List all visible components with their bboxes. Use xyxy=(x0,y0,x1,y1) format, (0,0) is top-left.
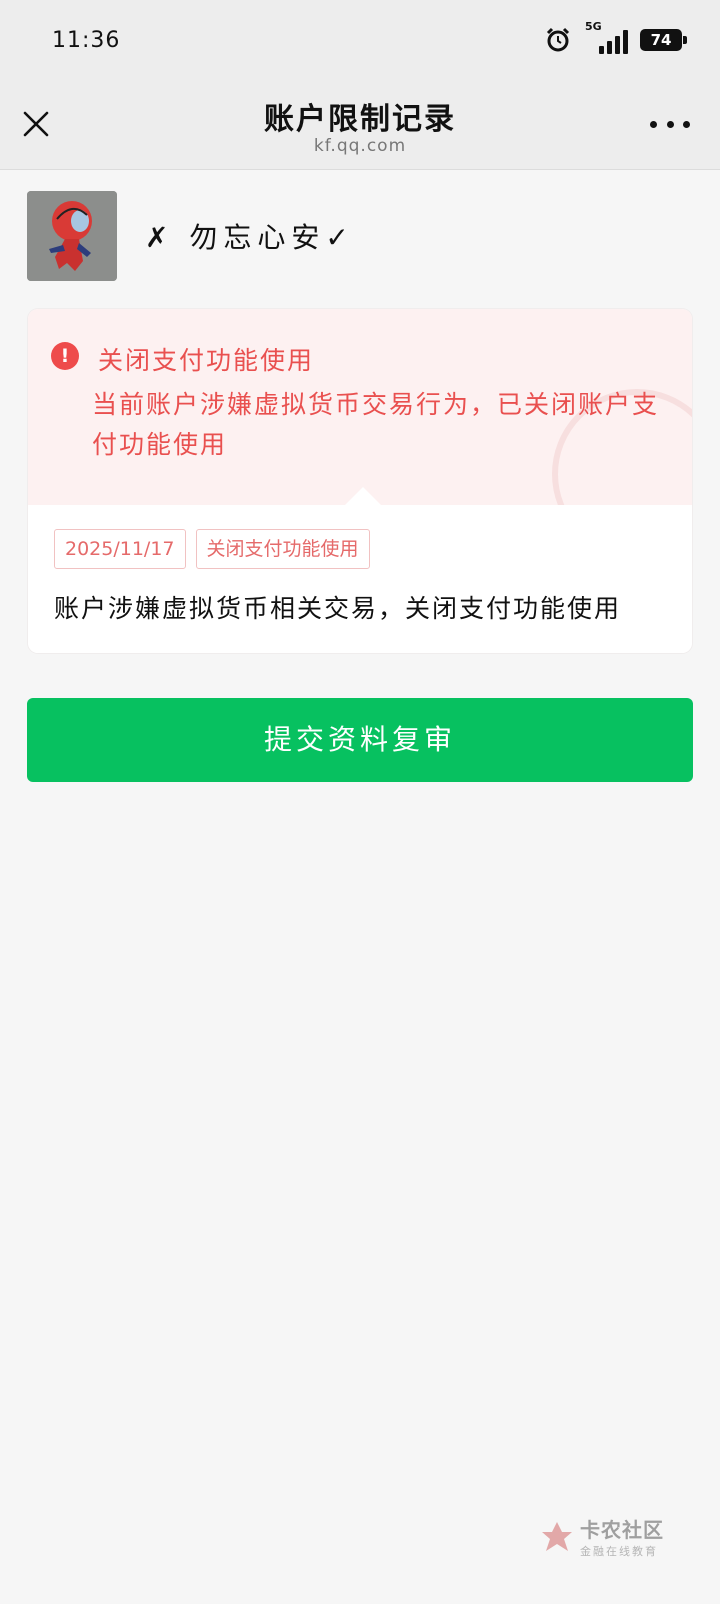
network-type: 5G xyxy=(585,20,602,33)
status-time: 11:36 xyxy=(52,28,121,53)
status-bar: 11:36 5G 74 xyxy=(0,0,720,84)
record-detail: 账户涉嫌虚拟货币相关交易，关闭支付功能使用 xyxy=(54,594,622,623)
battery-icon: 74 xyxy=(640,29,687,51)
watermark-sub: 金融在线教育 xyxy=(580,1545,658,1558)
card-arrow xyxy=(345,487,381,505)
exclamation-icon: ! xyxy=(51,342,79,370)
restriction-description: 当前账户涉嫌虚拟货币交易行为，已关闭账户支付功能使用 xyxy=(92,390,660,459)
watermark: 卡农社区 金融在线教育 xyxy=(540,1514,664,1559)
restriction-summary: ! 关闭支付功能使用 当前账户涉嫌虚拟货币交易行为，已关闭账户支付功能使用 xyxy=(28,309,692,559)
submit-review-button[interactable]: 提交资料复审 xyxy=(27,698,693,782)
user-info: ✗ 勿忘心安✓ xyxy=(27,191,355,281)
record-date-tag: 2025/11/17 xyxy=(54,529,186,569)
status-icons: 5G 74 xyxy=(545,20,687,56)
signal-icon: 5G xyxy=(583,20,628,54)
page-domain: kf.qq.com xyxy=(313,136,407,156)
avatar xyxy=(27,191,117,281)
restriction-card: ! 关闭支付功能使用 当前账户涉嫌虚拟货币交易行为，已关闭账户支付功能使用 20… xyxy=(28,309,692,653)
battery-level: 74 xyxy=(650,31,672,49)
nav-bar: 账户限制记录 kf.qq.com xyxy=(0,84,720,170)
more-button[interactable] xyxy=(650,114,690,134)
alarm-icon xyxy=(546,27,570,52)
avatar-image xyxy=(27,191,117,281)
record-type-tag: 关闭支付功能使用 xyxy=(195,529,370,569)
watermark-name: 卡农社区 xyxy=(580,1518,664,1542)
watermark-logo-icon xyxy=(542,1521,572,1551)
page-title: 账户限制记录 xyxy=(264,102,456,137)
record-tags: 2025/11/17 关闭支付功能使用 xyxy=(54,529,370,569)
restriction-record: 2025/11/17 关闭支付功能使用 账户涉嫌虚拟货币相关交易，关闭支付功能使… xyxy=(28,505,692,653)
restriction-title: 关闭支付功能使用 xyxy=(98,346,315,375)
user-name: ✗ 勿忘心安✓ xyxy=(145,221,355,254)
more-dots-icon xyxy=(650,120,657,128)
